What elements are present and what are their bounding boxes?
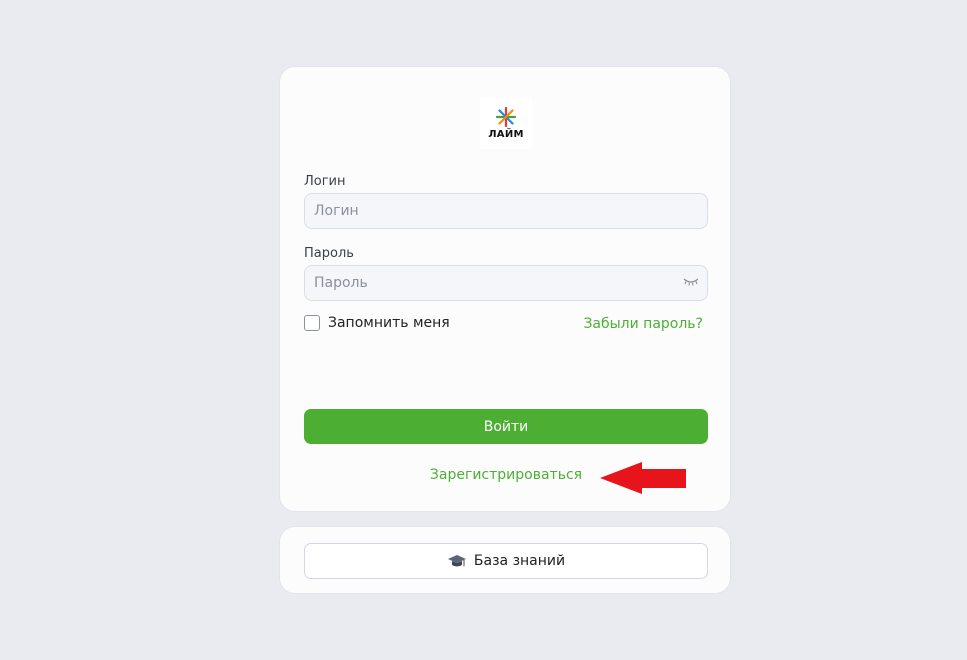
password-input[interactable]: [304, 265, 708, 301]
remember-label: Запомнить меня: [328, 315, 450, 331]
knowledge-base-button[interactable]: База знаний: [304, 543, 708, 579]
annotation-arrow-icon: [600, 462, 686, 494]
knowledge-base-label: База знаний: [473, 553, 566, 569]
password-label: Пароль: [304, 246, 354, 261]
forgot-password-link[interactable]: Забыли пароль?: [583, 316, 703, 332]
login-button[interactable]: Войти: [304, 409, 708, 444]
knowledge-base-card: База знаний: [279, 526, 731, 594]
remember-checkbox[interactable]: [304, 315, 320, 331]
login-input[interactable]: [304, 193, 708, 229]
remember-me[interactable]: Запомнить меня: [304, 315, 450, 331]
lime-logo-icon: [495, 106, 517, 128]
login-label: Логин: [304, 174, 346, 189]
logo: ЛАЙМ: [480, 97, 532, 149]
eye-closed-icon[interactable]: [682, 275, 700, 287]
logo-text: ЛАЙМ: [488, 129, 524, 140]
graduation-cap-icon: [447, 553, 467, 569]
login-card: ЛАЙМ Логин Пароль Запомнить меня Забыли …: [279, 66, 731, 512]
